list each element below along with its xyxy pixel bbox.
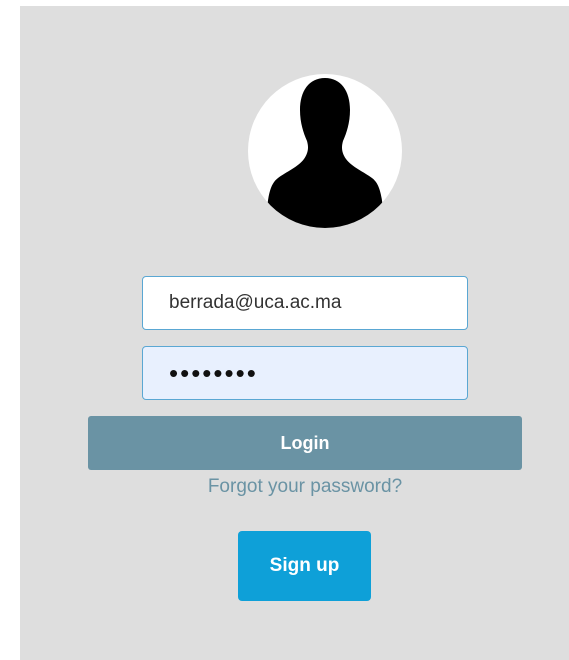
user-silhouette-icon: [248, 74, 402, 228]
forgot-password-link[interactable]: Forgot your password?: [88, 476, 522, 498]
login-panel: •••••••• Login Forgot your password? Sig…: [20, 6, 569, 660]
password-field[interactable]: ••••••••: [142, 346, 468, 400]
email-field[interactable]: [142, 276, 468, 330]
sign-up-button[interactable]: Sign up: [238, 531, 371, 601]
login-button[interactable]: Login: [88, 416, 522, 470]
password-mask: ••••••••: [169, 357, 258, 388]
